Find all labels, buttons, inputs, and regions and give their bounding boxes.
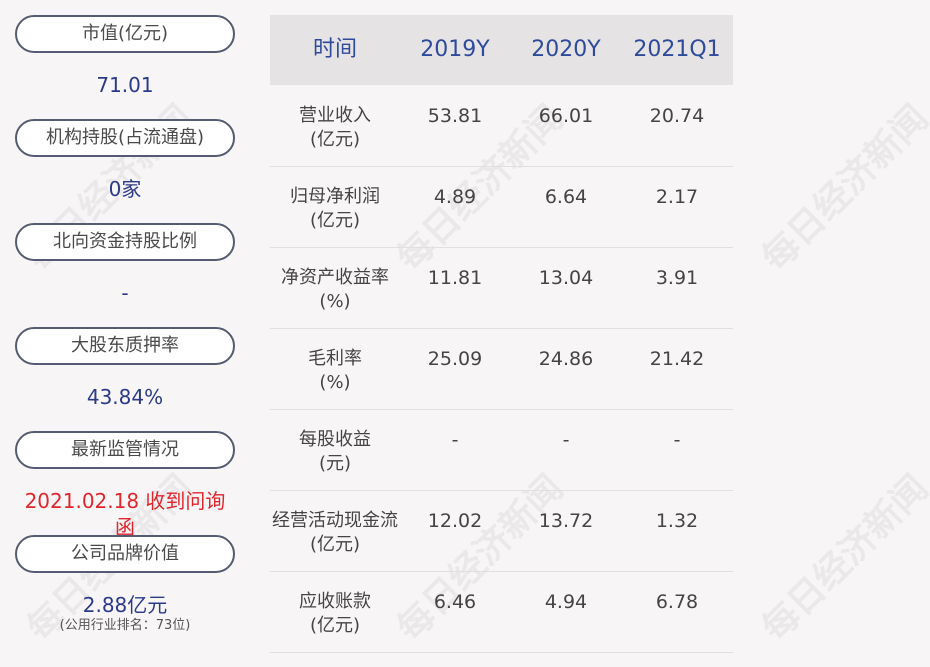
brand-value-value: 2.88亿元 <box>82 593 168 617</box>
watermark: 每日经济新闻 <box>754 467 930 650</box>
row-label: 毛利率 (%) <box>308 348 362 393</box>
cell-value: 12.02 <box>427 510 483 532</box>
cell-value: 21.42 <box>649 348 705 370</box>
pledge-rate-value: 43.84% <box>86 385 164 409</box>
row-label: 净资产收益率 (%) <box>281 267 389 312</box>
pledge-rate-label: 大股东质押率 <box>15 327 235 365</box>
regulatory-status-label: 最新监管情况 <box>15 431 235 469</box>
cell-value: 6.78 <box>655 591 699 613</box>
cell-value: 66.01 <box>538 105 594 127</box>
row-label: 归母净利润 (亿元) <box>290 186 380 231</box>
institutional-holding-value: 0家 <box>108 177 142 201</box>
table-row: 应收账款 (亿元) 6.46 4.94 6.78 <box>270 571 733 653</box>
header-2020y: 2020Y <box>531 37 601 62</box>
cell-value: 53.81 <box>427 105 483 127</box>
header-2021q1: 2021Q1 <box>633 37 721 62</box>
table-row: 经营活动现金流 (亿元) 12.02 13.72 1.32 <box>270 490 733 572</box>
cell-value: 6.64 <box>544 186 588 208</box>
cell-value: - <box>451 429 459 451</box>
cell-value: 2.17 <box>655 186 699 208</box>
cell-value: 13.04 <box>538 267 594 289</box>
cell-value: 20.74 <box>649 105 705 127</box>
watermark: 每日经济新闻 <box>754 97 930 280</box>
brand-value-label: 公司品牌价值 <box>15 535 235 573</box>
northbound-ratio-label: 北向资金持股比例 <box>15 223 235 261</box>
cell-value: 3.91 <box>655 267 699 289</box>
cell-value: - <box>673 429 681 451</box>
brand-rank-note: (公用行业排名：73位) <box>59 618 191 633</box>
cell-value: 6.46 <box>433 591 477 613</box>
table-row: 营业收入 (亿元) 53.81 66.01 20.74 <box>270 85 733 167</box>
row-label: 应收账款 (亿元) <box>299 591 371 636</box>
table-row: 毛利率 (%) 25.09 24.86 21.42 <box>270 328 733 410</box>
regulatory-status-value: 2021.02.18 收到问询函 <box>24 489 226 539</box>
header-2019y: 2019Y <box>420 37 490 62</box>
table-header: 时间 2019Y 2020Y 2021Q1 <box>270 15 733 85</box>
market-cap-label: 市值(亿元) <box>15 15 235 53</box>
table-row: 净资产收益率 (%) 11.81 13.04 3.91 <box>270 247 733 329</box>
row-label: 营业收入 (亿元) <box>299 105 371 150</box>
market-cap-value: 71.01 <box>96 73 154 97</box>
institutional-holding-label: 机构持股(占流通盘) <box>15 119 235 157</box>
row-label: 经营活动现金流 (亿元) <box>272 510 398 555</box>
table-row: 归母净利润 (亿元) 4.89 6.64 2.17 <box>270 166 733 248</box>
header-time: 时间 <box>312 37 357 62</box>
cell-value: - <box>562 429 570 451</box>
cell-value: 25.09 <box>427 348 483 370</box>
northbound-ratio-value: - <box>121 281 129 305</box>
cell-value: 4.89 <box>433 186 477 208</box>
cell-value: 1.32 <box>655 510 699 532</box>
cell-value: 13.72 <box>538 510 594 532</box>
table-row: 每股收益 (元) - - - <box>270 409 733 491</box>
cell-value: 24.86 <box>538 348 594 370</box>
cell-value: 4.94 <box>544 591 588 613</box>
cell-value: 11.81 <box>427 267 483 289</box>
row-label: 每股收益 (元) <box>299 429 371 474</box>
